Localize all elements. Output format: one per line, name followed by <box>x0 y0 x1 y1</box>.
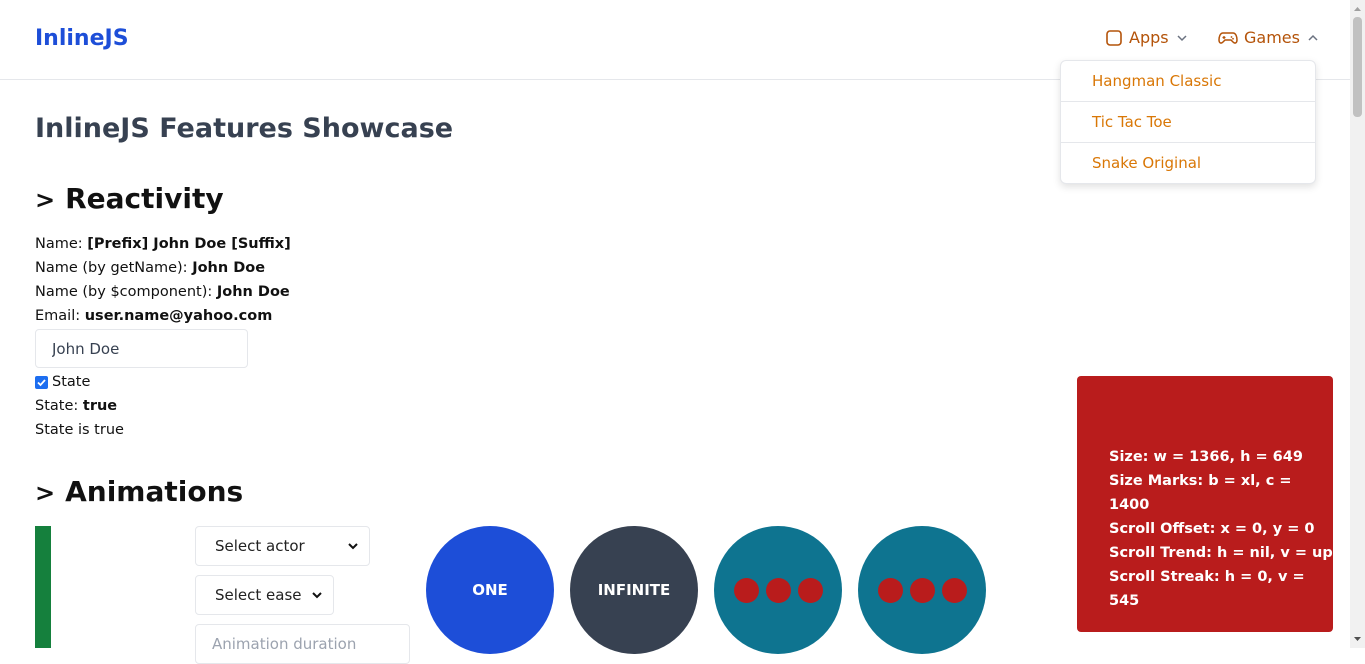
menu-item-tic-tac-toe[interactable]: Tic Tac Toe <box>1061 102 1315 143</box>
animation-circle-dots-1[interactable] <box>714 526 842 654</box>
name-input[interactable] <box>35 329 248 368</box>
animated-bar <box>35 526 51 648</box>
page-title: InlineJS Features Showcase <box>35 113 454 144</box>
size-info-panel: Size: w = 1366, h = 649 Size Marks: b = … <box>1077 376 1333 632</box>
state-checkbox-row[interactable]: State <box>35 374 90 390</box>
email-value: user.name@yahoo.com <box>84 308 273 324</box>
name-line: Name: [Prefix] John Doe [Suffix] <box>35 236 291 252</box>
state-text: State is true <box>35 422 124 438</box>
loading-dot <box>797 577 823 603</box>
loading-dot <box>877 577 903 603</box>
duration-input[interactable]: Animation duration <box>195 624 410 664</box>
email-label: Email: <box>35 308 81 324</box>
chevron-right-icon: > <box>35 479 56 507</box>
apps-menu[interactable]: Apps <box>1105 28 1189 47</box>
checkmark-icon <box>37 378 46 386</box>
component-line: Name (by $component): John Doe <box>35 284 290 300</box>
scroll-offset-line: Scroll Offset: x = 0, y = 0 <box>1109 521 1315 537</box>
loading-dots <box>877 577 967 603</box>
actor-select[interactable]: Select actor <box>195 526 370 566</box>
circle-infinite-label: INFINITE <box>597 581 671 599</box>
loading-dot <box>765 577 791 603</box>
menu-item-hangman[interactable]: Hangman Classic <box>1061 61 1315 102</box>
getname-label: Name (by getName): <box>35 260 188 276</box>
chevron-down-icon <box>348 543 358 550</box>
chevron-down-icon <box>312 592 322 599</box>
games-dropdown: Hangman Classic Tic Tac Toe Snake Origin… <box>1060 60 1316 184</box>
actor-select-value: Select actor <box>215 537 305 555</box>
animations-title: Animations <box>65 475 244 508</box>
apps-menu-label: Apps <box>1129 28 1169 47</box>
animation-circle-infinite[interactable]: INFINITE <box>570 526 698 654</box>
menu-item-snake[interactable]: Snake Original <box>1061 143 1315 183</box>
scroll-streak-line: Scroll Streak: h = 0, v = 545 <box>1109 569 1305 609</box>
ease-select-value: Select ease <box>215 586 302 604</box>
chevron-right-icon: > <box>35 186 56 214</box>
games-menu[interactable]: Games <box>1218 28 1320 47</box>
loading-dot <box>733 577 759 603</box>
getname-value: John Doe <box>192 260 266 276</box>
circle-one-label: ONE <box>472 581 508 599</box>
gamepad-icon <box>1218 31 1238 44</box>
ease-select[interactable]: Select ease <box>195 575 334 615</box>
getname-line: Name (by getName): John Doe <box>35 260 265 276</box>
vertical-scrollbar[interactable] <box>1350 0 1365 648</box>
chevron-down-icon <box>1177 34 1187 41</box>
name-value: [Prefix] John Doe [Suffix] <box>87 236 291 252</box>
component-value: John Doe <box>216 284 290 300</box>
size-marks-line: Size Marks: b = xl, c = 1400 <box>1109 473 1292 513</box>
games-menu-label: Games <box>1244 28 1300 47</box>
reactivity-heading: > Reactivity <box>35 182 224 215</box>
square-icon <box>1106 29 1122 46</box>
loading-dots <box>733 577 823 603</box>
size-line: Size: w = 1366, h = 649 <box>1109 449 1303 465</box>
reactivity-title: Reactivity <box>65 182 224 215</box>
state-checkbox-label: State <box>52 374 91 390</box>
chevron-up-icon <box>1308 34 1318 41</box>
state-checkbox[interactable] <box>35 375 48 389</box>
loading-dot <box>941 577 967 603</box>
state-label: State: <box>35 398 79 414</box>
scroll-up-arrow-icon[interactable] <box>1350 2 1365 17</box>
state-line: State: true <box>35 398 117 414</box>
state-value: true <box>82 398 118 414</box>
loading-dot <box>909 577 935 603</box>
animation-circle-one[interactable]: ONE <box>426 526 554 654</box>
scroll-down-arrow-icon[interactable] <box>1350 631 1365 646</box>
brand-logo[interactable]: InlineJS <box>35 26 129 51</box>
email-line: Email: user.name@yahoo.com <box>35 308 272 324</box>
scroll-trend-line: Scroll Trend: h = nil, v = up <box>1109 545 1333 561</box>
animation-circle-dots-2[interactable] <box>858 526 986 654</box>
name-label: Name: <box>35 236 83 252</box>
animations-heading: > Animations <box>35 475 243 508</box>
scrollbar-thumb[interactable] <box>1353 17 1362 117</box>
component-label: Name (by $component): <box>35 284 213 300</box>
duration-placeholder: Animation duration <box>212 635 357 653</box>
